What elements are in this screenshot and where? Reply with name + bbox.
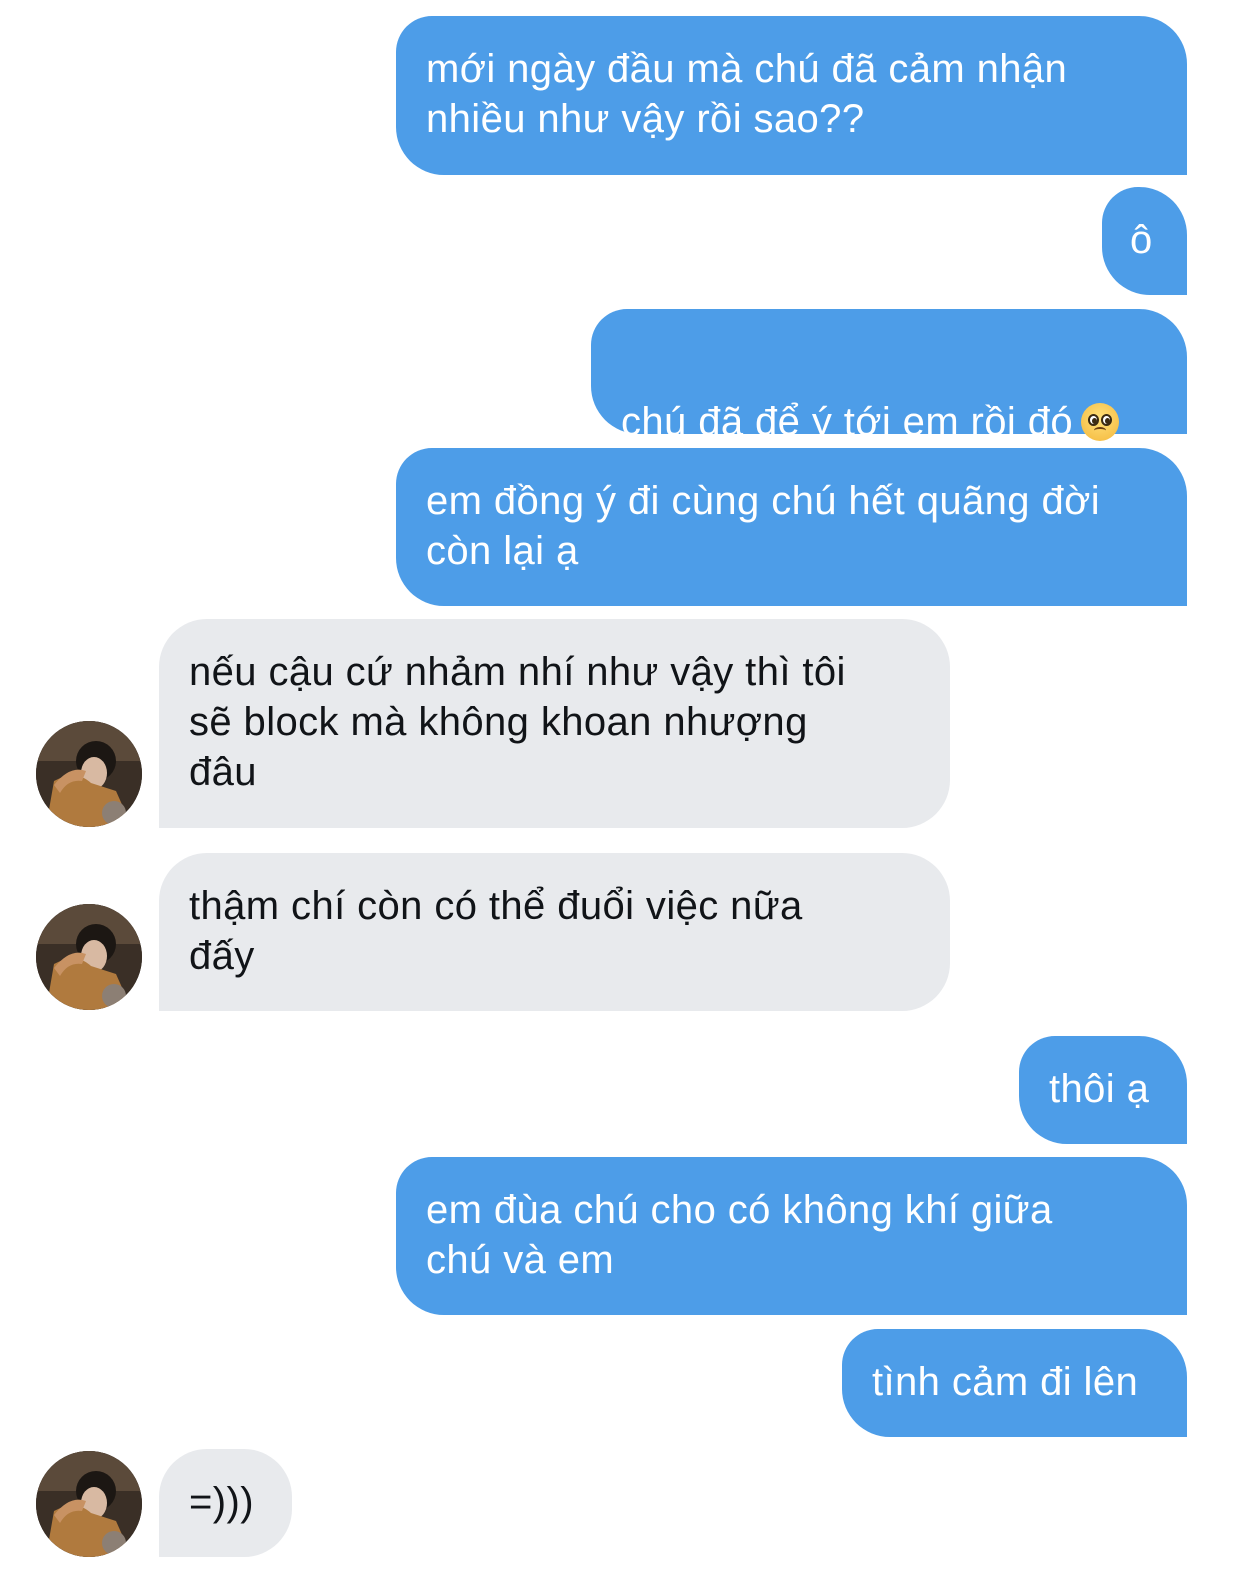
message-bubble-outgoing[interactable]: em đồng ý đi cùng chú hết quãng đời còn … <box>396 448 1187 606</box>
message-text: =))) <box>189 1480 254 1524</box>
message-bubble-outgoing[interactable]: thôi ạ <box>1019 1036 1187 1144</box>
message-bubble-incoming[interactable]: =))) <box>159 1449 292 1557</box>
message-text: mới ngày đầu mà chú đã cảm nhận nhiều nh… <box>426 47 1068 141</box>
message-text: em đùa chú cho có không khí giữa chú và … <box>426 1188 1053 1282</box>
message-text-content: chú đã để ý tới em rồi đó <box>621 400 1074 444</box>
message-text: chú đã để ý tới em rồi đó <box>621 347 1120 447</box>
message-text: thậm chí còn có thể đuổi việc nữa đấy <box>189 884 803 978</box>
pleading-face-emoji-icon <box>1081 403 1120 441</box>
message-bubble-outgoing[interactable]: tình cảm đi lên <box>842 1329 1187 1437</box>
message-text: tình cảm đi lên <box>872 1360 1139 1404</box>
message-bubble-incoming[interactable]: thậm chí còn có thể đuổi việc nữa đấy <box>159 853 950 1011</box>
message-bubble-outgoing[interactable]: ô <box>1102 187 1187 295</box>
contact-avatar[interactable] <box>36 904 142 1010</box>
message-bubble-outgoing[interactable]: chú đã để ý tới em rồi đó <box>591 309 1187 444</box>
message-text: ô <box>1130 218 1153 262</box>
contact-avatar[interactable] <box>36 1451 142 1557</box>
message-bubble-outgoing[interactable]: em đùa chú cho có không khí giữa chú và … <box>396 1157 1187 1315</box>
message-text: em đồng ý đi cùng chú hết quãng đời còn … <box>426 479 1101 573</box>
contact-avatar[interactable] <box>36 721 142 827</box>
message-text: nếu cậu cứ nhảm nhí như vậy thì tôi sẽ b… <box>189 650 846 794</box>
message-text: thôi ạ <box>1049 1067 1150 1111</box>
message-bubble-incoming[interactable]: nếu cậu cứ nhảm nhí như vậy thì tôi sẽ b… <box>159 619 950 828</box>
chat-thread: mới ngày đầu mà chú đã cảm nhận nhiều nh… <box>0 0 1242 1592</box>
message-bubble-outgoing[interactable]: mới ngày đầu mà chú đã cảm nhận nhiều nh… <box>396 16 1187 175</box>
